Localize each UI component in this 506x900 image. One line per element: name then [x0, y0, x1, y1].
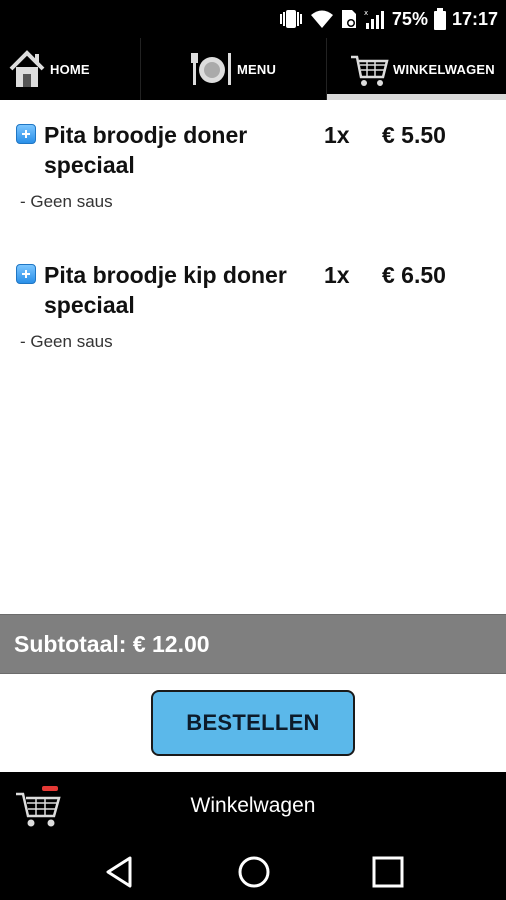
tab-home[interactable]: HOME — [0, 38, 140, 100]
cart-item-option: - Geen saus — [20, 332, 113, 351]
battery-icon — [433, 8, 446, 30]
subtotal-text: Subtotaal: € 12.00 — [14, 630, 210, 657]
subtotal-bar: Subtotaal: € 12.00 — [0, 614, 506, 674]
tab-winkelwagen[interactable]: WINKELWAGEN — [326, 38, 506, 100]
bottom-title-bar: Winkelwagen — [0, 772, 506, 842]
clock: 17:17 — [451, 8, 498, 29]
cart-item-price: € 6.50 — [382, 262, 446, 288]
battery-percent: 75% — [391, 8, 428, 29]
recents-square-icon[interactable] — [370, 854, 406, 890]
plus-icon[interactable] — [16, 264, 36, 284]
system-nav-bar — [0, 842, 506, 900]
signal-icon: x — [363, 9, 384, 29]
status-bar: x 75% 17:17 — [0, 0, 506, 38]
shopping-cart-icon — [351, 55, 389, 86]
tab-menu-label: MENU — [237, 61, 277, 77]
order-area: BESTELLEN — [0, 674, 506, 772]
svg-text:x: x — [364, 9, 368, 17]
tab-home-label: HOME — [50, 61, 90, 77]
top-nav: HOME MENU WINKELWAGEN — [0, 38, 506, 100]
wifi-icon — [310, 10, 333, 28]
cart-item-name: Pita broodje kip doner speciaal — [44, 262, 287, 318]
cart-item-name: Pita broodje doner speciaal — [44, 122, 248, 178]
back-icon[interactable] — [102, 854, 138, 890]
plus-icon[interactable] — [16, 124, 36, 144]
cart-item-option: - Geen saus — [20, 192, 113, 211]
plate-cutlery-icon — [191, 53, 231, 85]
status-icons: x 75% 17:17 — [278, 0, 498, 38]
home-circle-icon[interactable] — [236, 854, 272, 890]
cart-item-price: € 5.50 — [382, 122, 446, 148]
cart-item-quantity: 1x — [324, 122, 350, 148]
bestellen-button[interactable]: BESTELLEN — [151, 690, 355, 756]
screen-title: Winkelwagen — [190, 794, 316, 817]
tab-winkelwagen-label: WINKELWAGEN — [393, 61, 495, 77]
cart-item-quantity: 1x — [324, 262, 350, 288]
sim-card-icon — [341, 10, 356, 28]
house-icon — [9, 50, 45, 87]
cart-item-list: Pita broodje doner speciaal 1x € 5.50 - … — [0, 100, 506, 612]
vibrate-icon — [279, 10, 302, 28]
tab-menu[interactable]: MENU — [140, 38, 326, 100]
